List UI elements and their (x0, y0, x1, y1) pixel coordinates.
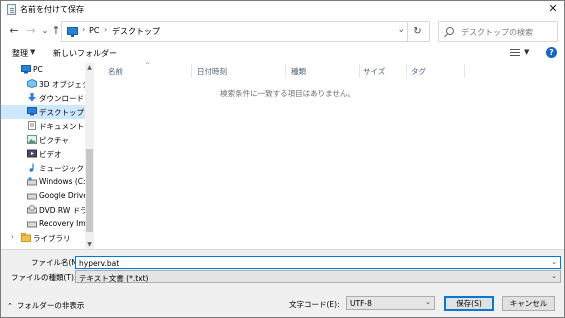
sidebar-item-videos[interactable]: ビデオ (1, 147, 85, 161)
sidebar-item-windows-c[interactable]: Windows (C:) (1, 175, 89, 189)
organize-button[interactable]: 整理 (12, 48, 28, 59)
column-header-label: 名前 (108, 67, 123, 76)
search-icon (446, 27, 454, 35)
column-header-name[interactable]: 名前 (108, 66, 123, 77)
breadcrumb-pc[interactable]: PC (89, 26, 99, 35)
scrollbar-thumb[interactable] (86, 149, 93, 232)
column-separator[interactable] (406, 64, 407, 78)
sidebar-item-label: PC (33, 65, 43, 74)
filetype-value: テキスト文書 (*.txt) (79, 274, 149, 283)
sidebar-item-libraries[interactable]: › ライブラリ (1, 231, 85, 245)
desktop-icon (27, 107, 37, 116)
music-icon (29, 163, 34, 172)
sidebar-item-dvd-drive[interactable]: DVD RW ドライブ (1, 203, 94, 217)
videos-icon (27, 149, 37, 158)
column-header-size[interactable]: サイズ (363, 66, 385, 77)
column-separator[interactable] (464, 64, 465, 78)
encoding-select[interactable]: UTF-8 ⌄ (346, 296, 435, 310)
sidebar-item-recovery[interactable]: Recovery Imag (1, 217, 94, 231)
sort-ascending-icon: ^ (145, 62, 151, 69)
navigation-bar: ← → ⌄ ↑ › PC › デスクトップ ⌄ ↻ (1, 20, 564, 44)
back-button[interactable]: ← (7, 24, 21, 38)
refresh-button[interactable]: ↻ (407, 22, 427, 41)
filetype-dropdown-icon: ⌄ (551, 272, 557, 280)
address-dropdown-button[interactable]: ⌄ (397, 25, 405, 35)
save-button[interactable]: 保存(S) (444, 296, 494, 311)
sidebar-item-music[interactable]: ミュージック (1, 161, 85, 175)
hide-folders-button[interactable]: ⌃ フォルダーの非表示 (7, 300, 84, 311)
sidebar-item-label: Windows (C:) (39, 177, 89, 186)
dvd-drive-icon (27, 205, 37, 214)
3d-objects-icon (27, 79, 37, 88)
documents-icon (28, 121, 36, 130)
sidebar-item-label: ピクチャ (39, 136, 69, 145)
filename-field[interactable]: ⌄ (75, 256, 561, 269)
view-dropdown-icon[interactable]: ▼ (524, 48, 529, 56)
close-button[interactable]: ✕ (542, 1, 564, 18)
chevron-up-icon: ⌃ (7, 302, 13, 310)
cancel-button[interactable]: キャンセル (502, 296, 555, 311)
column-header-type[interactable]: 種類 (291, 66, 306, 77)
file-list[interactable]: 名前 ^ 日付時刻 種類 サイズ タグ 検索条件に一致する項目はありません。 (95, 62, 564, 249)
sidebar-item-documents[interactable]: ドキュメント (1, 119, 85, 133)
filename-input[interactable] (79, 258, 539, 268)
filename-dropdown-button[interactable]: ⌄ (551, 258, 557, 266)
filetype-label: ファイルの種類(T): (11, 273, 77, 282)
organize-dropdown-icon: ▼ (30, 48, 36, 56)
forward-button[interactable]: → (24, 24, 38, 38)
scroll-up-button[interactable]: ▲ (85, 63, 94, 72)
drive-icon (27, 221, 37, 228)
save-as-dialog: 名前を付けて保存 ✕ ← → ⌄ ↑ › PC › デスクトップ ⌄ ↻ 整理 … (0, 0, 565, 318)
command-bar: 整理 ▼ 新しいフォルダー ▼ ? (1, 43, 564, 63)
drive-icon (27, 177, 37, 186)
column-separator[interactable] (285, 64, 286, 78)
address-bar[interactable]: › PC › デスクトップ ⌄ ↻ (61, 21, 430, 42)
encoding-value: UTF-8 (350, 299, 372, 308)
sidebar-item-pictures[interactable]: ピクチャ (1, 133, 85, 147)
window-title: 名前を付けて保存 (20, 5, 84, 14)
drive-icon (27, 193, 37, 200)
search-input[interactable] (461, 26, 555, 38)
sidebar-item-label: デスクトップ (39, 108, 84, 117)
sidebar-item-pc[interactable]: PC (1, 63, 85, 77)
column-separator[interactable] (359, 64, 360, 78)
sidebar-item-label: ライブラリ (33, 234, 71, 243)
view-options-icon[interactable] (510, 48, 520, 57)
navigation-pane: PC 3D オブジェクト ダウンロード デスクトップ ドキュメント ピクチャ ビ… (1, 63, 94, 249)
download-icon (28, 93, 36, 102)
library-icon (21, 233, 31, 242)
sidebar-item-3d-objects[interactable]: 3D オブジェクト (1, 77, 94, 91)
title-bar: 名前を付けて保存 ✕ (1, 1, 564, 18)
encoding-label: 文字コード(E): (289, 300, 340, 309)
column-separator[interactable] (191, 64, 192, 78)
encoding-dropdown-icon: ⌄ (425, 298, 431, 306)
search-box[interactable] (438, 21, 558, 42)
scroll-down-button[interactable]: ▼ (85, 240, 94, 249)
breadcrumb-desktop[interactable]: デスクトップ (112, 26, 160, 37)
sidebar-scrollbar[interactable]: ▲ ▼ (85, 63, 94, 249)
save-options-panel: ファイル名(N): ⌄ ファイルの種類(T): テキスト文書 (*.txt) ⌄… (1, 249, 564, 317)
sidebar-item-label: ダウンロード (39, 94, 84, 103)
pictures-icon (27, 135, 37, 144)
empty-message: 検索条件に一致する項目はありません。 (220, 89, 355, 98)
sidebar-item-desktop[interactable]: デスクトップ (1, 105, 85, 119)
column-header-tags[interactable]: タグ (411, 66, 426, 77)
new-folder-button[interactable]: 新しいフォルダー (53, 48, 117, 59)
sidebar-item-downloads[interactable]: ダウンロード (1, 91, 85, 105)
pc-icon (21, 65, 31, 74)
sidebar-item-google-drive[interactable]: Google Drive (G (1, 189, 94, 203)
pc-icon (67, 27, 78, 37)
sidebar-item-label: ドキュメント (39, 122, 84, 131)
notepad-icon (7, 4, 16, 15)
hide-folders-label: フォルダーの非表示 (16, 301, 85, 310)
help-icon[interactable]: ? (546, 47, 557, 58)
column-header-date[interactable]: 日付時刻 (197, 66, 227, 77)
sidebar-item-label: ビデオ (39, 150, 62, 159)
sidebar-item-label: ミュージック (39, 164, 84, 173)
breadcrumb-separator: › (82, 25, 86, 34)
filetype-select[interactable]: テキスト文書 (*.txt) ⌄ (75, 270, 561, 283)
expand-icon[interactable]: › (11, 233, 14, 241)
breadcrumb-separator: › (104, 25, 108, 34)
